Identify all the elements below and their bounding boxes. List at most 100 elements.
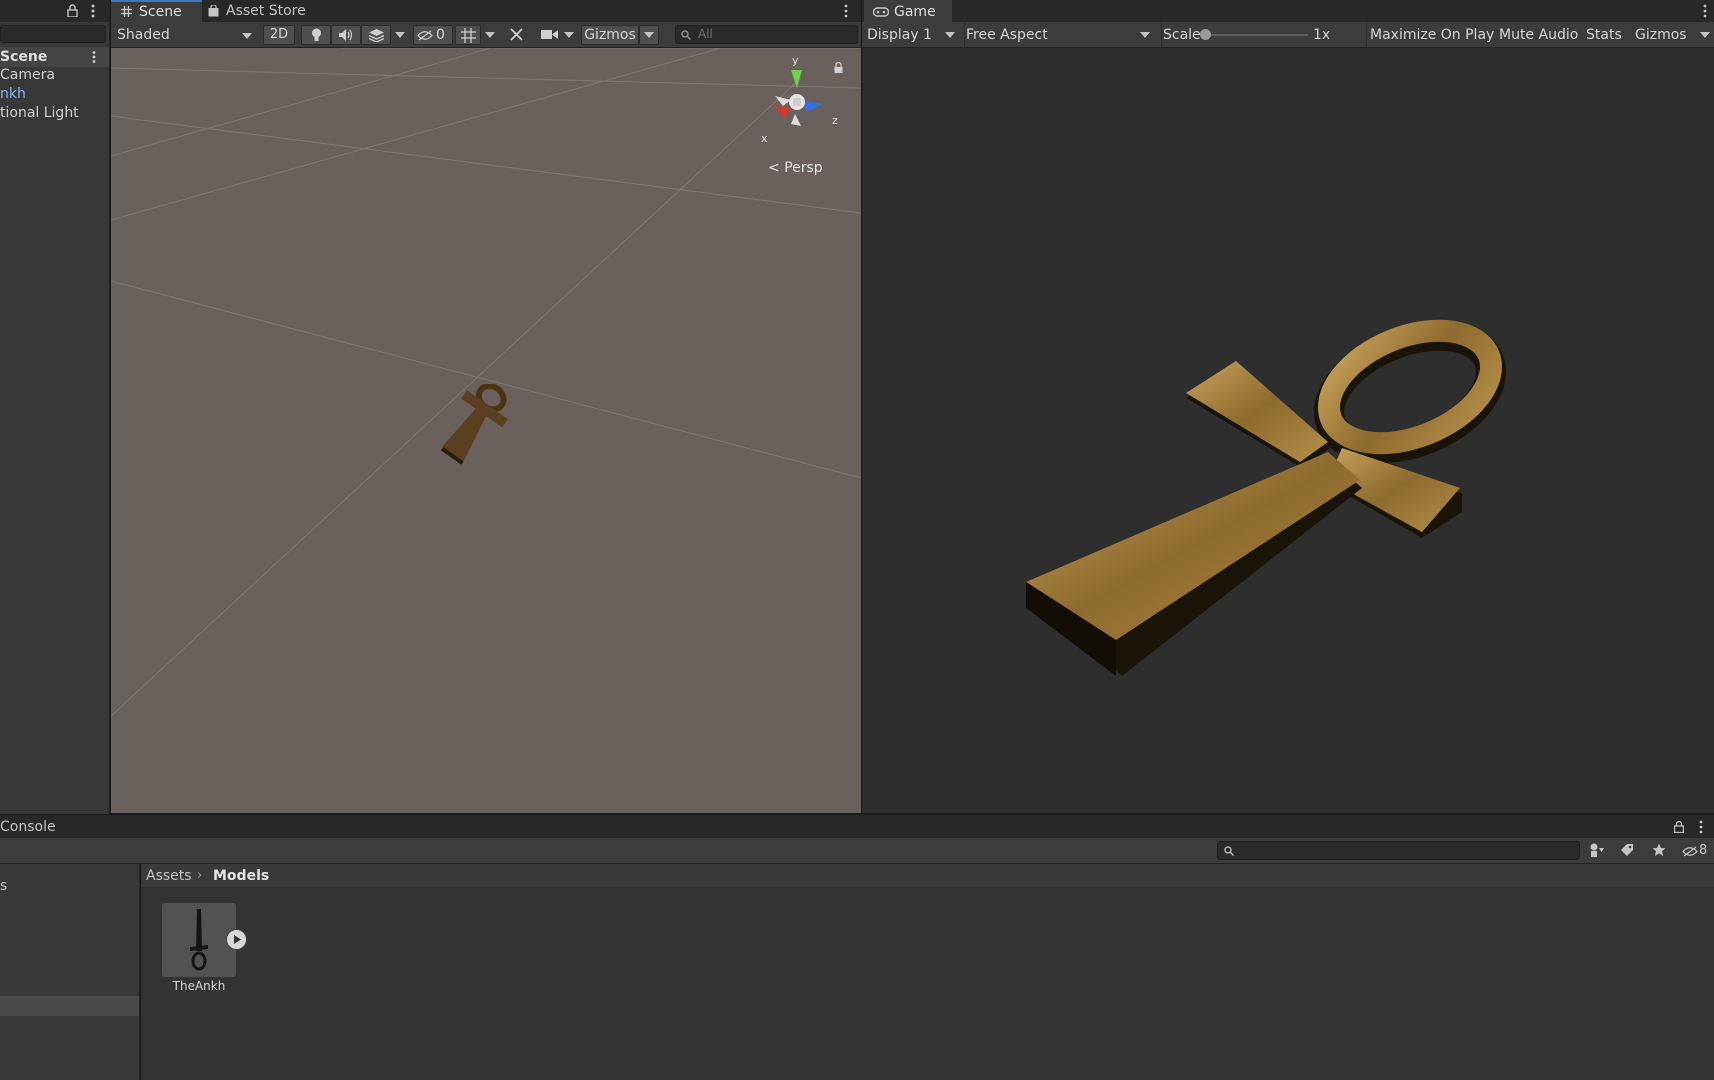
game-gizmos-toggle[interactable]: Gizmos (1631, 22, 1697, 48)
chevron-right-icon: › (197, 868, 203, 883)
display-dropdown[interactable]: Display 1 (867, 22, 957, 48)
mute-audio-toggle[interactable]: Mute Audio (1495, 22, 1578, 48)
hidden-count: 0 (436, 27, 445, 43)
display-label: Display 1 (867, 27, 932, 43)
scale-slider-thumb[interactable] (1200, 29, 1211, 40)
hierarchy-panel: Scene Camera nkh tional Light (0, 0, 110, 814)
breadcrumb-models[interactable]: Models (213, 864, 269, 888)
tab-scene[interactable]: Scene (111, 0, 202, 22)
tools-icon (510, 28, 523, 41)
project-assets-area (141, 864, 1714, 1080)
lock-icon[interactable] (1674, 821, 1684, 833)
play-icon (234, 935, 241, 944)
scene-tab-bar: Scene Asset Store (111, 0, 861, 22)
chevron-down-icon (564, 32, 574, 38)
tab-game-label: Game (894, 4, 936, 20)
game-tab-bar: Game (862, 0, 1714, 22)
gamepad-icon (873, 7, 889, 17)
aspect-dropdown[interactable]: Free Aspect (964, 22, 1156, 48)
hierarchy-header (0, 0, 109, 22)
more-options-icon[interactable] (843, 4, 849, 18)
ankh-thumbnail-icon (190, 909, 208, 971)
asset-name: TheAnkh (172, 979, 226, 993)
hidden-packages-count: 8 (1699, 843, 1708, 858)
chevron-down-icon (395, 32, 405, 38)
grid-toggle-button[interactable] (455, 25, 481, 45)
scale-value: 1x (1313, 27, 1331, 43)
hierarchy-item-ankh[interactable]: nkh (0, 85, 26, 104)
maximize-on-play-toggle[interactable]: Maximize On Play (1366, 22, 1494, 48)
stats-toggle[interactable]: Stats (1582, 22, 1625, 48)
toggle-2d-button[interactable]: 2D (263, 25, 295, 45)
ankh-model-scene[interactable] (430, 384, 550, 484)
gizmos-dropdown[interactable] (639, 25, 659, 45)
projection-toggle[interactable]: < Persp (768, 160, 823, 176)
eye-slash-icon (1682, 846, 1698, 857)
tools-button[interactable] (504, 25, 530, 45)
lock-icon[interactable] (834, 62, 843, 73)
chevron-down-icon (644, 32, 654, 38)
chevron-down-icon (945, 32, 955, 38)
projection-label: Persp (784, 160, 823, 176)
scale-slider-track (1205, 34, 1308, 36)
tab-console[interactable]: Console (0, 815, 56, 839)
shading-mode-label: Shaded (117, 27, 170, 43)
folder-tree-item[interactable]: s (0, 878, 7, 894)
more-options-icon[interactable] (90, 3, 96, 18)
folder-tree-selected-row[interactable] (0, 996, 139, 1016)
scene-viewport[interactable]: y x z < Persp (111, 48, 861, 813)
effects-dropdown[interactable] (391, 25, 409, 45)
search-icon (681, 30, 691, 40)
project-folder-tree: s (0, 864, 140, 1080)
layers-icon (369, 29, 384, 42)
game-toolbar: Display 1 Free Aspect Scale 1x Maximize … (862, 22, 1714, 48)
camera-settings-dropdown[interactable] (562, 25, 576, 45)
project-search-input[interactable] (1217, 841, 1580, 860)
play-preview-button[interactable] (226, 929, 247, 950)
game-viewport[interactable] (862, 48, 1714, 813)
chevron-down-icon[interactable] (1700, 32, 1710, 38)
search-icon (1224, 846, 1234, 856)
lock-icon[interactable] (67, 4, 78, 17)
effects-toggle-button[interactable] (361, 25, 391, 45)
hierarchy-scene-label: Scene (0, 49, 48, 65)
scale-slider[interactable] (1200, 29, 1308, 40)
hierarchy-scene-row[interactable]: Scene (0, 47, 109, 67)
lighting-toggle-button[interactable] (301, 25, 331, 45)
label-tag-icon[interactable] (1620, 843, 1634, 857)
hidden-objects-toggle[interactable]: 0 (413, 25, 453, 45)
chevron-down-icon (1140, 32, 1150, 38)
gizmo-y-label: y (792, 54, 799, 67)
scene-search-input[interactable]: All (675, 25, 858, 44)
hierarchy-search-input[interactable] (0, 25, 106, 43)
favorite-star-icon[interactable] (1652, 843, 1666, 857)
audio-toggle-button[interactable] (331, 25, 361, 45)
video-camera-icon (541, 30, 558, 39)
hierarchy-item-light[interactable]: tional Light (0, 104, 79, 123)
shading-mode-dropdown[interactable]: Shaded (113, 25, 258, 45)
bottom-tab-bar: Console (0, 814, 1714, 838)
lightbulb-icon (312, 28, 321, 41)
hierarchy-item-camera[interactable]: Camera (0, 66, 55, 85)
filter-by-type-icon[interactable] (1589, 843, 1605, 858)
asset-thumbnail[interactable] (162, 903, 236, 977)
chevron-down-icon (242, 33, 252, 39)
grid-snap-icon (461, 28, 476, 43)
aspect-label: Free Aspect (966, 27, 1048, 43)
tab-game[interactable]: Game (864, 0, 952, 22)
scene-search-placeholder: All (698, 27, 713, 41)
breadcrumb: Assets › Models (141, 864, 1714, 888)
project-toolbar: 8 (0, 838, 1714, 864)
camera-settings-button[interactable] (538, 25, 562, 45)
gizmos-button[interactable]: Gizmos (581, 25, 639, 45)
gizmo-z-label: z (832, 114, 838, 127)
more-options-icon[interactable] (1698, 820, 1704, 834)
breadcrumb-assets[interactable]: Assets (146, 864, 192, 888)
tab-scene-label: Scene (139, 4, 182, 20)
grid-dropdown[interactable] (481, 25, 499, 45)
tab-asset-store[interactable]: Asset Store (203, 0, 323, 22)
more-options-icon[interactable] (91, 50, 97, 64)
shopping-bag-icon (208, 5, 219, 17)
tab-asset-store-label: Asset Store (226, 3, 306, 19)
more-options-icon[interactable] (1702, 4, 1708, 18)
